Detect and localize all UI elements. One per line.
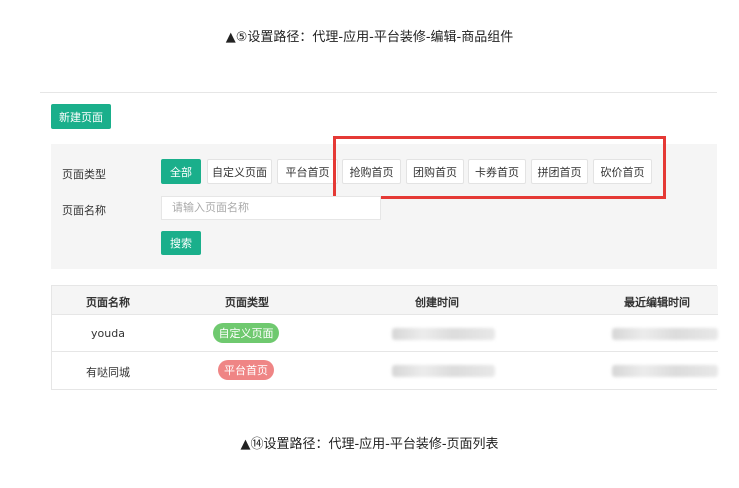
created-time-blurred (392, 365, 495, 377)
caption-bottom: ▲⑭设置路径：代理-应用-平台装修-页面列表 (240, 437, 499, 452)
edited-time-blurred (612, 365, 718, 377)
table-row[interactable]: 有哒同城 平台首页 (52, 352, 718, 389)
row-page-name[interactable]: youda (68, 327, 148, 340)
type-option-all[interactable]: 全部 (161, 159, 201, 184)
column-header-created: 创建时间 (415, 296, 459, 309)
created-time-blurred (392, 328, 495, 340)
row-type-badge: 平台首页 (218, 360, 274, 380)
column-header-type: 页面类型 (225, 296, 269, 309)
type-option-platform[interactable]: 平台首页 (277, 159, 338, 184)
column-header-edited: 最近编辑时间 (624, 296, 690, 309)
divider (40, 92, 717, 93)
search-button[interactable]: 搜索 (161, 231, 201, 255)
table-header: 页面名称 页面类型 创建时间 最近编辑时间 (52, 286, 718, 315)
page-table: 页面名称 页面类型 创建时间 最近编辑时间 youda 自定义页面 有哒同城 平… (51, 285, 718, 390)
table-row[interactable]: youda 自定义页面 (52, 315, 718, 352)
new-page-button[interactable]: 新建页面 (51, 104, 111, 129)
column-header-name: 页面名称 (86, 296, 130, 309)
edited-time-blurred (612, 328, 718, 340)
page-name-input[interactable]: 请输入页面名称 (161, 196, 381, 220)
highlight-annotation-box (333, 136, 666, 199)
row-type-badge: 自定义页面 (213, 323, 279, 343)
page-name-label: 页面名称 (62, 204, 106, 217)
row-page-name[interactable]: 有哒同城 (68, 364, 148, 380)
page-type-label: 页面类型 (62, 168, 106, 181)
type-option-custom[interactable]: 自定义页面 (207, 159, 272, 184)
caption-top: ▲⑤设置路径：代理-应用-平台装修-编辑-商品组件 (225, 30, 514, 45)
